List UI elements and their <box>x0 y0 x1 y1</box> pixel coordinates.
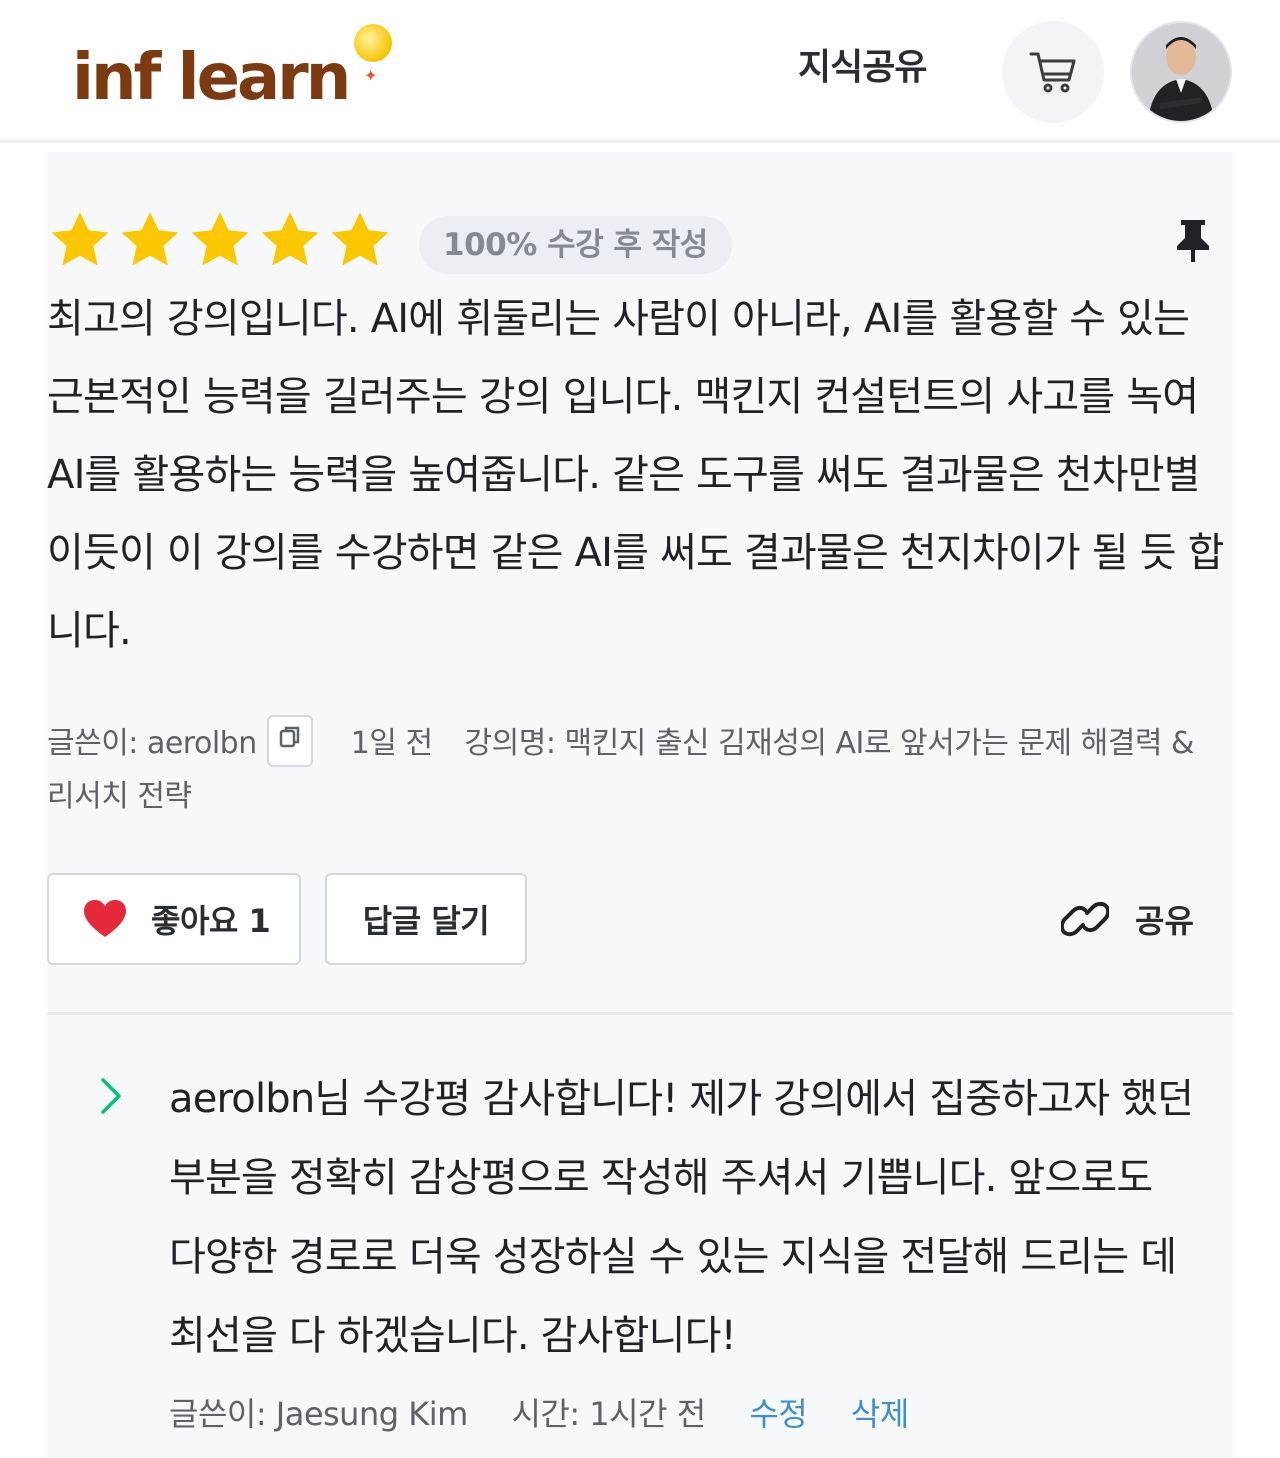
cart-icon <box>1029 52 1076 93</box>
star-icon <box>191 212 249 266</box>
review-card: 100% 수강 후 작성 최고의 강의입니다. AI에 휘둘리는 사람이 아니라… <box>47 152 1233 1458</box>
like-label: 좋아요 1 <box>151 902 271 940</box>
review-body: 최고의 강의입니다. AI에 휘둘리는 사람이 아니라, AI를 활용할 수 있… <box>47 296 1224 654</box>
star-icon <box>121 212 179 266</box>
share-label: 공유 <box>1135 902 1194 940</box>
inflearn-logo[interactable]: inf learn ✦ <box>72 24 402 124</box>
like-button[interactable]: 좋아요 1 <box>47 873 301 965</box>
top-header: inf learn ✦ 지식공유 <box>0 0 1280 143</box>
review-meta: 글쓴이: aerolbn 1일 전 강의명: 맥킨지 출신 김재성의 AI로 앞서… <box>47 714 1229 823</box>
edit-link[interactable]: 수정 <box>749 1395 807 1433</box>
reply-time: 시간: 1시간 전 <box>511 1395 706 1433</box>
star-icon <box>261 212 319 266</box>
link-icon <box>1061 901 1109 937</box>
star-icon <box>51 212 109 266</box>
completion-badge: 100% 수강 후 작성 <box>419 216 732 274</box>
chevron-right-icon <box>101 1078 121 1114</box>
star-rating <box>47 208 393 274</box>
avatar-photo <box>1132 23 1230 121</box>
leaf-icon: ✦ <box>364 66 378 85</box>
pin-icon[interactable] <box>1173 218 1213 264</box>
delete-link[interactable]: 삭제 <box>851 1395 909 1433</box>
share-button[interactable]: 공유 <box>1061 896 1194 942</box>
review-author: 글쓴이: aerolbn <box>47 726 257 761</box>
reply-author: 글쓴이: Jaesung Kim <box>169 1395 468 1433</box>
reply-body: aerolbn님 수강평 감사합니다! 제가 강의에서 집중하고자 했던 부분을… <box>169 1076 1194 1359</box>
reply-meta: 글쓴이: Jaesung Kim 시간: 1시간 전 수정 삭제 <box>169 1388 943 1440</box>
copy-icon <box>279 726 299 747</box>
section-divider <box>47 1012 1233 1015</box>
cart-button[interactable] <box>1002 21 1104 123</box>
copy-author-button[interactable] <box>266 714 313 767</box>
moon-icon <box>354 24 392 62</box>
reply-button-label: 답글 달기 <box>362 902 490 940</box>
logo-wordmark: inf learn <box>72 41 351 115</box>
user-avatar[interactable] <box>1130 21 1232 123</box>
nav-knowledge-share[interactable]: 지식공유 <box>798 48 927 88</box>
review-date: 1일 전 <box>350 726 433 761</box>
star-icon <box>331 212 389 266</box>
reply-button[interactable]: 답글 달기 <box>325 873 527 965</box>
heart-icon <box>84 900 126 937</box>
